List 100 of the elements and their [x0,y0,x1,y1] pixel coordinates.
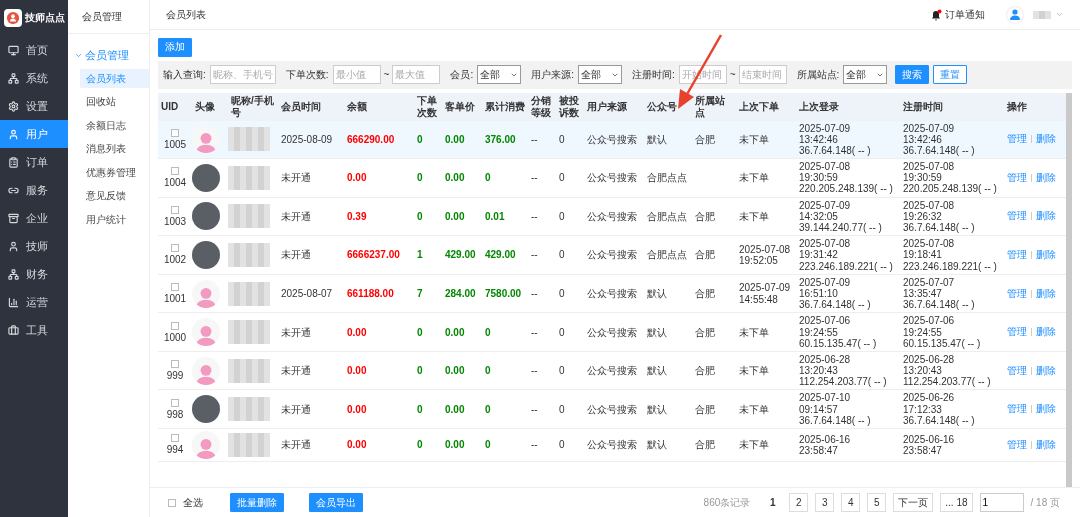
column-header: 累计消费 [484,100,526,113]
table-row[interactable]: 994 未开通 0.00 0 0.00 0 -- 0 公众号搜索 默认 合肥 未下单 2025-06-16 23:58:47 2025-06-16 23:58:47 管理 删除 [158,429,1066,462]
submenu-item[interactable]: 意见反馈 [80,186,149,206]
table-cell-text: 未下单 [738,210,770,222]
table-cell-text: 2025-07-08 19:30:59 220.205.248.139( -- ) [798,161,894,195]
select-all-checkbox[interactable] [168,498,176,507]
page-button[interactable]: 4 [841,493,861,512]
table-cell-text: 2025-06-28 13:20:43 112.254.203.77( -- ) [902,353,992,388]
caret-icon[interactable] [1055,10,1064,19]
table-row[interactable]: 1004 未开通 0.00 0 0.00 0 -- 0 公众号搜索 合肥点点 未下单 2025-07-08 19:30:59 220.205.248.139( -- ) 2025-07-08 19:30:59 220.205.248.139( -- ) 管理 删除 [158,159,1066,198]
table-row[interactable]: 1005 2025-08-09 666290.00 0 0.00 376.00 -- 0 公众号搜索 默认 合肥 未下单 2025-07-09 13:42:46 36.7.64.148( -- ) 2025-07-09 13:42:46 36.7.64.148( -- ) 管理 删除 [158,120,1066,160]
sidebar-item[interactable]: 订单 [0,148,68,176]
balance-cell-text: 0.00 [346,365,368,377]
uid-cell-text: 998 [165,408,185,420]
table-cell-text: 2025-07-06 19:24:55 60.15.135.47( -- ) [798,315,878,349]
reset-button[interactable]: 重置 [933,65,968,84]
page-button[interactable]: 3 [815,493,835,512]
sidebar-item[interactable]: 技师 [0,232,68,260]
submenu-item[interactable]: 用户统计 [80,210,149,229]
table-cell-text: 0 [416,172,424,184]
table-cell-text: 2025-06-26 17:12:33 36.7.64.148( -- ) [902,392,976,426]
select-dropdown[interactable]: 全部 [577,65,622,84]
table-cell-text: 0 [484,326,492,338]
table-cell-text: 公众号搜索 [586,133,638,145]
last-page-button[interactable]: ... 18 [940,493,973,512]
table-cell-text: 未下单 [738,403,770,415]
sidebar-item[interactable]: 财务 [0,260,68,288]
default-avatar-icon [192,279,220,308]
photo-placeholder [192,163,220,192]
photo-placeholder [192,240,220,269]
submenu-item[interactable]: 消息列表 [80,139,149,159]
sidebar-item[interactable]: 系统 [0,64,68,92]
chevron-icon [74,51,83,60]
bell-icon[interactable] [931,8,942,21]
page-button[interactable]: 2 [789,493,809,512]
row-checkbox[interactable] [171,244,179,253]
row-checkbox[interactable] [171,321,179,330]
blurred-name [228,242,270,267]
select-dropdown[interactable]: 全部 [477,65,522,84]
table-cell-text: 0.00 [444,210,466,222]
column-header: 注册时间 [902,100,944,113]
submenu-item[interactable]: 回收站 [80,92,149,112]
table-row[interactable]: 998 未开通 0.00 0 0.00 0 -- 0 公众号搜索 默认 合肥 未下单 2025-07-10 09:14:57 36.7.64.148( -- ) 2025-06-26 17:12:33 36.7.64.148( -- ) 管理 删除 [158,390,1066,429]
sidebar-item[interactable]: 服务 [0,176,68,204]
column-header: 昵称/手机号 [230,94,275,119]
table-cell-text: -- [530,326,539,338]
table-cell-text: 公众号搜索 [586,403,638,415]
range-end-field[interactable]: 最大值 [392,65,441,84]
table-cell-text: 0 [558,403,566,415]
sidebar-item[interactable]: 设置 [0,92,68,120]
sidebar-item[interactable]: 首页 [0,36,68,64]
range-end-field[interactable]: 结束时间 [738,65,787,84]
submenu-item[interactable]: 余额日志 [80,116,149,135]
sidebar-item[interactable]: 企业 [0,204,68,232]
sidebar-item[interactable]: 工具 [0,316,68,344]
table-cell-text: 未开通 [280,365,312,377]
hierarchy-icon [8,268,19,280]
row-checkbox[interactable] [171,128,179,137]
sidebar-item[interactable]: 运营 [0,288,68,316]
table-cell-text: 7 [416,287,424,300]
page-button[interactable]: 5 [867,493,887,512]
select-dropdown[interactable]: 全部 [843,65,888,84]
row-checkbox[interactable] [171,167,179,176]
table-cell-text: -- [530,439,539,451]
search-field[interactable]: 昵称、手机号 [209,65,276,84]
next-page-button[interactable]: 下一页 [893,493,934,512]
photo-placeholder [192,395,220,424]
table-cell-text: 2025-07-09 13:42:46 36.7.64.148( -- ) [902,122,976,157]
user-icon [8,128,19,140]
default-avatar-icon [192,125,220,154]
range-start-field[interactable]: 最小值 [332,65,381,84]
uid-cell-text: 1004 [162,177,188,189]
row-checkbox[interactable] [171,205,179,214]
table-cell-text: 未下单 [738,172,770,184]
row-checkbox[interactable] [171,282,179,291]
table-cell-text: 合肥点点 [646,249,688,261]
user-avatar-icon[interactable] [1007,6,1023,23]
uid-cell-text: 994 [165,444,185,456]
page-input[interactable]: 1 [979,493,1024,512]
table-cell-text: 2025-07-08 19:18:41 223.246.189.221( -- ) [902,238,998,272]
table-cell-text: 默认 [646,326,668,338]
table-cell-text: 合肥 [694,287,716,300]
table-cell-text: 默认 [646,403,668,415]
table-cell-text: 0 [484,439,492,451]
table-cell-text: 0.00 [444,326,466,338]
table-cell-text: 0 [558,133,566,145]
table-cell-text: -- [530,287,539,300]
table-cell-text: 376.00 [484,133,517,145]
row-checkbox[interactable] [171,434,179,443]
table-cell-text: 合肥 [694,403,716,415]
row-checkbox[interactable] [171,360,179,369]
row-checkbox[interactable] [171,398,179,407]
table-cell-text: 2025-08-09 [280,133,334,145]
table-row[interactable]: 1000 未开通 0.00 0 0.00 0 -- 0 公众号搜索 默认 合肥 未下单 2025-07-06 19:24:55 60.15.135.47( -- ) 2025-07-06 19:24:55 60.15.135.47( -- ) 管理 删除 [158,313,1066,352]
table-cell-text: 0 [558,326,566,338]
table-cell-text: 默认 [646,365,668,377]
table-cell-text: 0 [558,172,566,184]
table-cell-text: 2025-07-09 13:42:46 36.7.64.148( -- ) [798,122,872,157]
notification-link[interactable]: 订单通知 [945,7,985,22]
submenu-item[interactable]: 优惠券管理 [80,163,149,182]
